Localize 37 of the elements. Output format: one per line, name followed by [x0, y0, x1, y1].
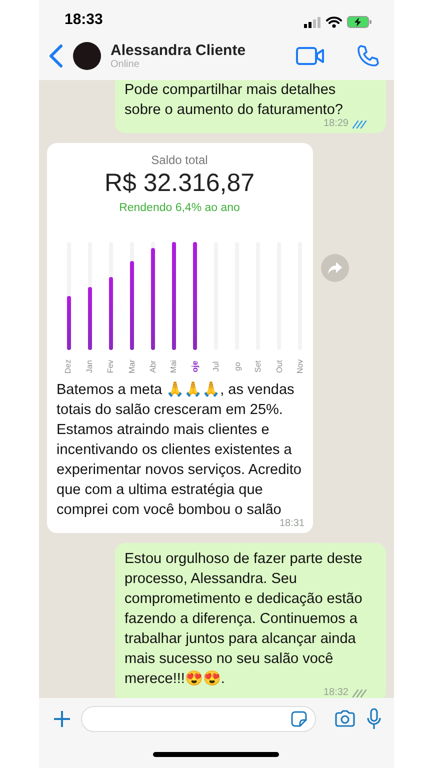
message-time: 18:29 — [323, 118, 348, 129]
month-label[interactable]: Dez — [64, 358, 73, 374]
message-text: Pode compartilhar mais detalhes sobre o aumento do faturamento? — [124, 81, 344, 119]
yield-text: Rendendo 6,4% ao ano — [119, 202, 240, 214]
battery-charging-icon — [346, 16, 372, 28]
month-label[interactable]: Out — [274, 360, 284, 372]
contact-name[interactable]: Alessandra Cliente — [110, 42, 286, 59]
message-text: Batemos a meta 🙏🙏🙏, as vendas totais do salão cresceram em 25%. Estamos atraindo mais clientes e incentivando os clientes existentes a experimentar novos serviços. Acredito que com a ultima estratégia que comprei com você bombou o salão — [56, 380, 302, 519]
month-label[interactable]: Mar — [127, 359, 136, 373]
back-icon[interactable] — [48, 44, 62, 68]
month-label[interactable]: go — [232, 362, 242, 370]
month-label[interactable]: Jul — [212, 360, 221, 372]
balance-amount: R$ 32.316,87 — [104, 169, 255, 198]
signal-icon — [304, 16, 320, 28]
avatar[interactable] — [72, 42, 100, 70]
month-label[interactable]: Jan — [85, 360, 94, 372]
message-input-field[interactable] — [80, 706, 316, 732]
status-time: 18:33 — [64, 11, 103, 28]
month-label[interactable]: Mai — [169, 360, 178, 372]
message-text: Estou orgulhoso de fazer parte deste processo, Alessandra. Seu comprometimento e dedicação estão fazendo a diferença. Continuemos a trabalhar juntos para alcançar ainda mais sucesso no seu salão você merece!!!😍😍. — [124, 550, 364, 688]
camera-icon[interactable] — [334, 710, 356, 728]
sticker-icon[interactable] — [290, 711, 306, 727]
video-call-icon[interactable] — [296, 46, 326, 66]
month-label[interactable]: oje — [190, 360, 200, 372]
plus-icon[interactable] — [52, 710, 70, 728]
wifi-icon — [326, 16, 342, 28]
month-label[interactable]: Abr — [148, 360, 158, 372]
month-label[interactable]: Fev — [106, 359, 116, 373]
microphone-icon[interactable] — [366, 708, 382, 730]
phone-icon[interactable] — [356, 44, 380, 68]
balance-label: Saldo total — [151, 153, 208, 167]
contact-status: Online — [110, 59, 140, 70]
forward-icon — [328, 262, 342, 274]
month-label[interactable]: Nov — [296, 358, 305, 374]
message-time: 18:31 — [279, 518, 304, 529]
month-label[interactable]: Set — [254, 360, 263, 372]
message-time: 18:32 — [323, 687, 348, 698]
